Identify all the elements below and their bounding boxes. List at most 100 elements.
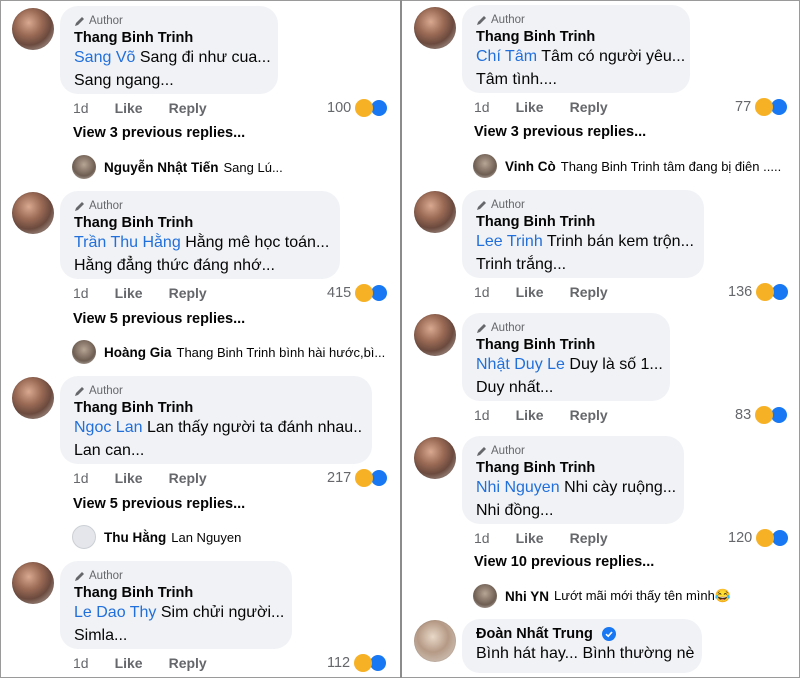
mention-link[interactable]: Sang Võ <box>74 49 135 66</box>
view-previous-replies[interactable]: View 5 previous replies... <box>73 496 245 512</box>
comment-bubble: Author Thang Binh Trinh Nhật Duy Le Duy … <box>462 313 670 401</box>
commenter-name[interactable]: Thang Binh Trinh <box>74 215 326 231</box>
comment-text-line2: Nhi đồng... <box>476 502 554 519</box>
comment-text-line2: Lan can... <box>74 442 145 459</box>
avatar[interactable] <box>473 154 497 178</box>
reaction-count: 100 <box>327 100 352 116</box>
timestamp[interactable]: 1d <box>73 470 89 486</box>
comment-text: Nhật Duy Le Duy là số 1... <box>476 356 663 373</box>
reaction-summary[interactable]: 217 <box>327 469 389 487</box>
view-previous-replies[interactable]: View 10 previous replies... <box>474 554 654 570</box>
pencil-icon <box>477 447 486 456</box>
left-column: Author Thang Binh Trinh Sang Võ Sang đi … <box>0 0 398 678</box>
timestamp[interactable]: 1d <box>73 285 89 301</box>
commenter-name[interactable]: Thang Binh Trinh <box>476 214 690 230</box>
reaction-summary[interactable]: 77 <box>735 98 789 116</box>
like-button[interactable]: Like <box>115 285 143 301</box>
comment-bubble: Author Thang Binh Trinh Sang Võ Sang đi … <box>60 6 278 94</box>
mention-link[interactable]: Chí Tâm <box>476 48 537 65</box>
reaction-summary[interactable]: 100 <box>327 99 389 117</box>
timestamp[interactable]: 1d <box>474 407 490 423</box>
avatar[interactable] <box>414 314 456 356</box>
comment-actions: 1d Like Reply <box>73 284 207 302</box>
reply-button[interactable]: Reply <box>169 100 207 116</box>
avatar[interactable] <box>12 8 54 50</box>
reaction-summary[interactable]: 83 <box>735 406 789 424</box>
avatar[interactable] <box>72 340 96 364</box>
comment-actions: 1d Like Reply <box>73 654 207 672</box>
like-button[interactable]: Like <box>516 99 544 115</box>
reply-author[interactable]: Thu Hằng <box>104 530 166 545</box>
avatar[interactable] <box>12 377 54 419</box>
avatar[interactable] <box>414 620 456 662</box>
commenter-name[interactable]: Thang Binh Trinh <box>74 585 278 601</box>
mention-link[interactable]: Lee Trinh <box>476 233 543 250</box>
reaction-summary[interactable]: 120 <box>728 529 790 547</box>
avatar[interactable] <box>414 7 456 49</box>
like-button[interactable]: Like <box>516 284 544 300</box>
reaction-summary[interactable]: 136 <box>728 283 790 301</box>
reply-preview[interactable]: Vinh Cò Thang Binh Trinh tâm đang bị điê… <box>473 154 781 178</box>
reply-button[interactable]: Reply <box>169 655 207 671</box>
reply-author[interactable]: Nhi YN <box>505 589 549 604</box>
reply-preview[interactable]: Nhi YN Lướt mãi mới thấy tên mình😂 <box>473 584 731 608</box>
timestamp[interactable]: 1d <box>73 100 89 116</box>
pencil-icon <box>75 387 84 396</box>
reply-preview[interactable]: Nguyễn Nhật Tiến Sang Lú... <box>72 155 283 179</box>
timestamp[interactable]: 1d <box>474 99 490 115</box>
commenter-name[interactable]: Đoàn Nhất Trung <box>476 626 688 642</box>
reaction-summary[interactable]: 415 <box>327 284 389 302</box>
reply-button[interactable]: Reply <box>570 99 608 115</box>
reaction-summary[interactable]: 112 <box>327 654 388 672</box>
comment-text-line2: Tâm tình.... <box>476 71 557 88</box>
comment-text: Sang Võ Sang đi như cua... <box>74 49 271 66</box>
comment-text: Chí Tâm Tâm có người yêu... <box>476 48 686 65</box>
reply-button[interactable]: Reply <box>169 285 207 301</box>
timestamp[interactable]: 1d <box>474 284 490 300</box>
commenter-name[interactable]: Thang Binh Trinh <box>476 29 676 45</box>
like-button[interactable]: Like <box>516 530 544 546</box>
mention-link[interactable]: Nhi Nguyen <box>476 479 560 496</box>
timestamp[interactable]: 1d <box>73 655 89 671</box>
avatar[interactable] <box>12 192 54 234</box>
reply-preview[interactable]: Hoàng Gia Thang Binh Trinh bình hài hước… <box>72 340 385 364</box>
mention-link[interactable]: Trần Thu Hằng <box>74 234 181 251</box>
comment-text-line2: Sang ngang... <box>74 72 174 89</box>
avatar[interactable] <box>12 562 54 604</box>
avatar[interactable] <box>72 525 96 549</box>
comment-text: Ngoc Lan Lan thấy người ta đánh nhau.. <box>74 419 363 436</box>
like-button[interactable]: Like <box>115 655 143 671</box>
comment-bubble: Author Thang Binh Trinh Ngoc Lan Lan thấ… <box>60 376 372 464</box>
reaction-count: 112 <box>327 655 351 671</box>
view-previous-replies[interactable]: View 3 previous replies... <box>474 124 646 140</box>
commenter-name[interactable]: Thang Binh Trinh <box>476 460 670 476</box>
reply-author[interactable]: Hoàng Gia <box>104 345 172 360</box>
view-previous-replies[interactable]: View 5 previous replies... <box>73 311 245 327</box>
reply-preview[interactable]: Thu Hằng Lan Nguyen <box>72 525 241 549</box>
haha-icon <box>756 529 775 547</box>
reply-author[interactable]: Vinh Cò <box>505 159 556 174</box>
mention-link[interactable]: Nhật Duy Le <box>476 356 565 373</box>
like-button[interactable]: Like <box>115 470 143 486</box>
view-previous-replies[interactable]: View 3 previous replies... <box>73 125 245 141</box>
reply-button[interactable]: Reply <box>169 470 207 486</box>
avatar[interactable] <box>72 155 96 179</box>
reply-button[interactable]: Reply <box>570 284 608 300</box>
commenter-name[interactable]: Thang Binh Trinh <box>74 400 358 416</box>
avatar[interactable] <box>473 584 497 608</box>
reply-button[interactable]: Reply <box>570 530 608 546</box>
haha-icon <box>756 283 775 301</box>
like-button[interactable]: Like <box>115 100 143 116</box>
pencil-icon <box>477 201 486 210</box>
reply-author[interactable]: Nguyễn Nhật Tiến <box>104 160 219 175</box>
commenter-name[interactable]: Thang Binh Trinh <box>74 30 264 46</box>
reply-button[interactable]: Reply <box>570 407 608 423</box>
mention-link[interactable]: Le Dao Thy <box>74 604 156 621</box>
commenter-name[interactable]: Thang Binh Trinh <box>476 337 656 353</box>
comment-bubble: Author Thang Binh Trinh Nhi Nguyen Nhi c… <box>462 436 684 524</box>
like-button[interactable]: Like <box>516 407 544 423</box>
avatar[interactable] <box>414 437 456 479</box>
mention-link[interactable]: Ngoc Lan <box>74 419 143 436</box>
timestamp[interactable]: 1d <box>474 530 490 546</box>
avatar[interactable] <box>414 191 456 233</box>
